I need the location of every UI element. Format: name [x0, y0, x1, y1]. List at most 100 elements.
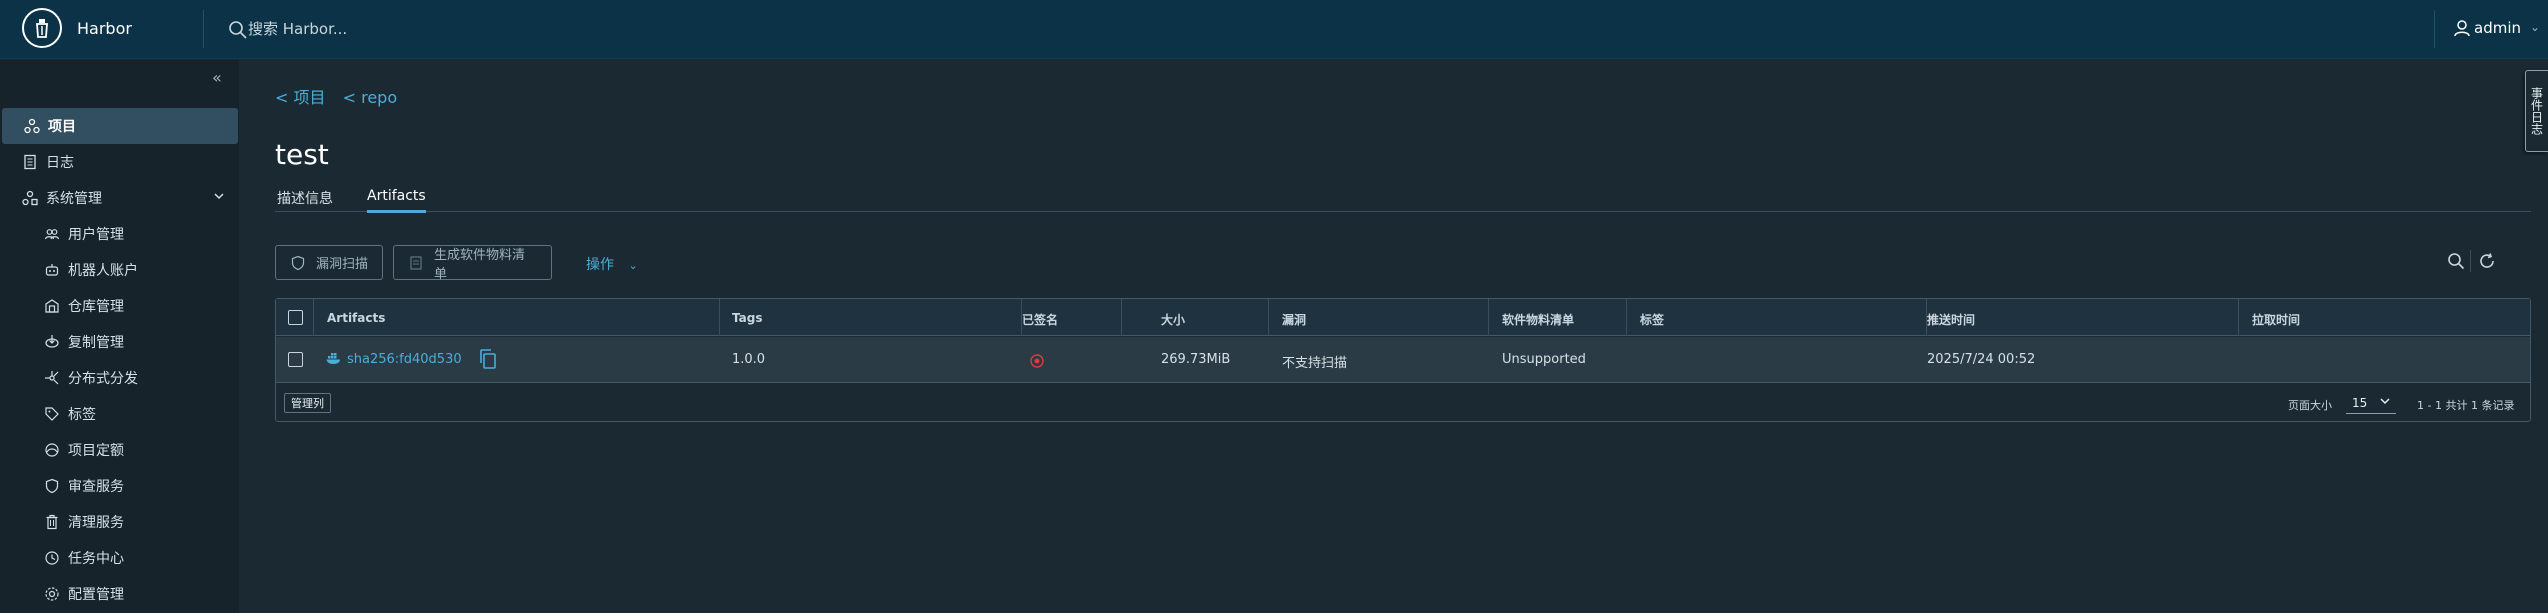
registry-icon	[44, 298, 60, 314]
unsigned-icon	[1030, 354, 1044, 368]
column-header-push-time[interactable]: 推送时间	[1927, 311, 1975, 328]
column-separator[interactable]	[1626, 299, 1627, 336]
sidebar-item-label: 日志	[46, 155, 74, 171]
artifact-digest-link[interactable]: sha256:fd40d530	[347, 352, 462, 367]
sbom-icon	[408, 255, 424, 271]
sidebar-item-admin[interactable]: 系统管理	[0, 180, 239, 216]
robot-icon	[44, 262, 60, 278]
page-title: test	[275, 138, 329, 171]
chevron-down-icon: ⌄	[628, 259, 638, 272]
sidebar-item-distributions[interactable]: 分布式分发	[0, 360, 239, 396]
table-row[interactable]: sha256:fd40d530 1.0.0 269.73MiB 不支持扫描 Un…	[276, 337, 2530, 383]
manage-columns-button[interactable]: 管理列	[284, 393, 331, 413]
sidebar-item-logs[interactable]: 日志	[0, 144, 239, 180]
scan-button[interactable]: 漏洞扫描	[275, 245, 384, 280]
sidebar-item-label: 系统管理	[46, 191, 102, 207]
collapse-sidebar-icon[interactable]: «	[212, 68, 222, 87]
select-all-checkbox[interactable]	[288, 310, 303, 325]
column-separator[interactable]	[1488, 299, 1489, 336]
sidebar-item-configuration[interactable]: 配置管理	[0, 576, 239, 612]
tab-info[interactable]: 描述信息	[277, 188, 333, 214]
users-icon	[44, 226, 60, 242]
sidebar-item-labels[interactable]: 标签	[0, 396, 239, 432]
sidebar-item-label: 项目定额	[68, 443, 124, 459]
column-separator[interactable]	[1268, 299, 1269, 336]
sidebar-item-interrogation[interactable]: 审查服务	[0, 468, 239, 504]
generate-sbom-button[interactable]: 生成软件物料清单	[393, 245, 552, 282]
quota-icon	[44, 442, 60, 458]
breadcrumb: < 项目 < repo	[275, 84, 409, 108]
brand-name[interactable]: Harbor	[77, 19, 132, 38]
sidebar-item-label: 复制管理	[68, 335, 124, 351]
search-icon[interactable]	[228, 20, 248, 40]
sidebar-item-clean-up[interactable]: 清理服务	[0, 504, 239, 540]
job-icon	[44, 550, 60, 566]
column-header-vulnerabilities[interactable]: 漏洞	[1282, 311, 1306, 328]
tab-artifacts[interactable]: Artifacts	[367, 188, 426, 213]
sidebar-item-label: 仓库管理	[68, 299, 124, 315]
column-separator[interactable]	[1121, 299, 1122, 336]
user-menu-name[interactable]: admin	[2474, 19, 2521, 37]
chevron-down-icon[interactable]: ⌄	[2530, 20, 2540, 34]
sidebar: « 项目 日志 系统管理 用户管理 机器人账户 仓库管理 复制管理 分布式分发 …	[0, 60, 239, 613]
sidebar-item-label: 审查服务	[68, 479, 124, 495]
shield-icon	[44, 478, 60, 494]
tab-bar: 描述信息 Artifacts	[275, 188, 2531, 214]
tag-icon	[44, 406, 60, 422]
harbor-logo-icon[interactable]	[22, 8, 62, 48]
page-size-label: 页面大小	[2288, 399, 2332, 412]
column-header-tags[interactable]: Tags	[732, 311, 762, 325]
sidebar-item-registries[interactable]: 仓库管理	[0, 288, 239, 324]
column-header-pull-time[interactable]: 拉取时间	[2252, 311, 2300, 328]
column-separator[interactable]	[2238, 299, 2239, 336]
sidebar-item-label: 标签	[68, 407, 96, 423]
refresh-icon[interactable]	[2478, 252, 2496, 270]
distribution-icon	[44, 370, 60, 386]
copy-icon[interactable]	[478, 348, 498, 370]
artifact-vulnerabilities: 不支持扫描	[1282, 356, 1348, 371]
artifact-size: 269.73MiB	[1161, 352, 1231, 367]
artifact-sbom: Unsupported	[1502, 352, 1586, 367]
sidebar-item-robots[interactable]: 机器人账户	[0, 252, 239, 288]
column-header-labels[interactable]: 标签	[1640, 311, 1664, 328]
sidebar-item-job-service[interactable]: 任务中心	[0, 540, 239, 576]
artifacts-table: Artifacts Tags 已签名 大小 漏洞 软件物料清单 标签 推送时间 …	[275, 298, 2531, 422]
top-header: Harbor admin ⌄	[0, 0, 2548, 59]
artifact-push-time: 2025/7/24 00:52	[1927, 352, 2036, 367]
header-divider	[203, 10, 204, 48]
sidebar-item-label: 配置管理	[68, 587, 124, 603]
column-header-size[interactable]: 大小	[1161, 311, 1185, 328]
user-icon[interactable]	[2452, 18, 2472, 38]
chevron-down-icon[interactable]	[213, 190, 225, 202]
sidebar-item-label: 分布式分发	[68, 371, 138, 387]
table-footer: 管理列 页面大小 15 1 - 1 共计 1 条记录	[276, 385, 2530, 421]
sidebar-item-quotas[interactable]: 项目定额	[0, 432, 239, 468]
breadcrumb-repo-link[interactable]: < repo	[343, 88, 398, 107]
page-size-value: 15	[2352, 396, 2368, 410]
column-separator[interactable]	[719, 299, 720, 336]
column-header-signed[interactable]: 已签名	[1022, 311, 1058, 328]
column-header-artifacts[interactable]: Artifacts	[327, 311, 385, 325]
event-log-tab[interactable]: 事件日志	[2525, 70, 2548, 152]
column-header-sbom[interactable]: 软件物料清单	[1502, 311, 1574, 328]
actions-dropdown[interactable]: 操作 ⌄	[586, 254, 638, 274]
sidebar-item-users[interactable]: 用户管理	[0, 216, 239, 252]
artifact-tags: 1.0.0	[732, 352, 766, 367]
search-icon[interactable]	[2447, 252, 2465, 270]
sidebar-item-label: 用户管理	[68, 227, 124, 243]
toolbar-divider	[2470, 250, 2471, 272]
sidebar-item-projects[interactable]: 项目	[2, 108, 238, 144]
chevron-down-icon[interactable]	[2379, 395, 2391, 407]
row-checkbox[interactable]	[288, 352, 303, 367]
pagination-total: 1 - 1 共计 1 条记录	[2417, 399, 2515, 412]
sidebar-item-replications[interactable]: 复制管理	[0, 324, 239, 360]
table-header: Artifacts Tags 已签名 大小 漏洞 软件物料清单 标签 推送时间 …	[276, 299, 2530, 336]
sidebar-item-label: 任务中心	[68, 551, 124, 567]
breadcrumb-project-link[interactable]: < 项目	[275, 88, 326, 107]
sidebar-item-label: 清理服务	[68, 515, 124, 531]
global-search-input[interactable]	[248, 17, 648, 41]
shield-icon	[290, 255, 306, 271]
admin-icon	[22, 190, 38, 206]
log-icon	[22, 154, 38, 170]
sidebar-item-label: 机器人账户	[68, 263, 138, 279]
